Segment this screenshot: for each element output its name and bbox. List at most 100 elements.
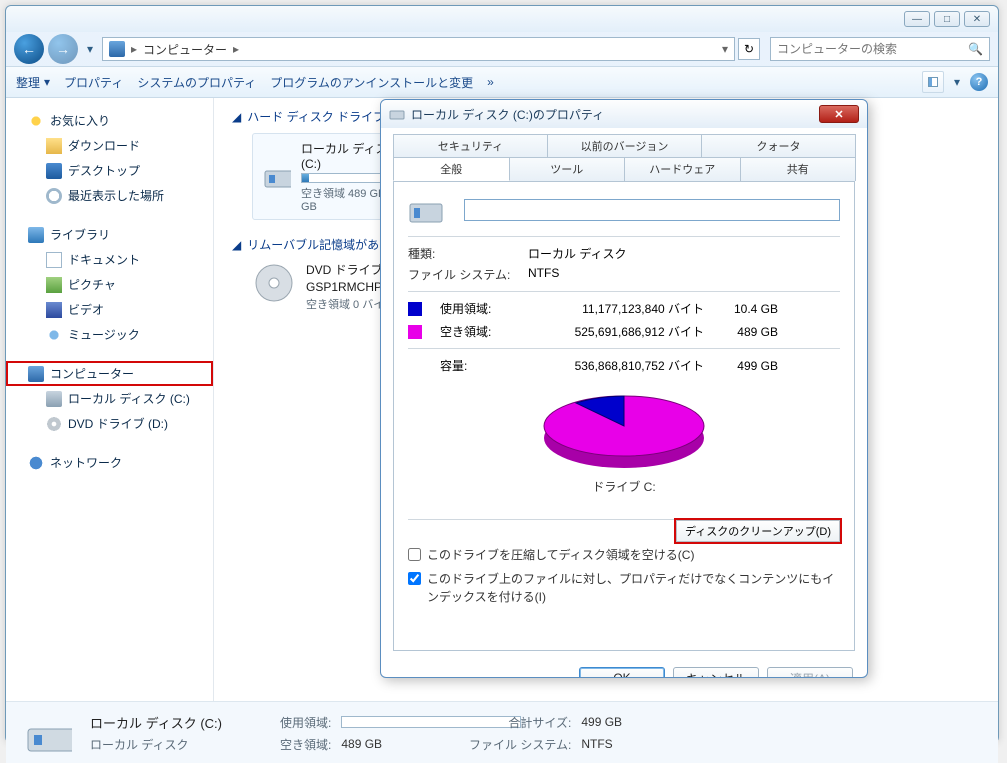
window-titlebar: — □ ✕	[6, 6, 998, 32]
tree-documents[interactable]: ドキュメント	[6, 247, 213, 272]
breadcrumb-sep: ▸	[233, 42, 239, 56]
hdd-icon	[263, 157, 291, 197]
dialog-close-button[interactable]: ✕	[819, 105, 859, 123]
capacity-gb: 499 GB	[718, 359, 778, 373]
chevron-down-icon: ◢	[232, 238, 241, 252]
tree-dvd[interactable]: DVD ドライブ (D:)	[6, 411, 213, 436]
tab-sharing[interactable]: 共有	[740, 157, 857, 181]
disk-cleanup-button[interactable]: ディスクのクリーンアップ(D)	[676, 520, 840, 542]
tree-computer[interactable]: コンピューター	[6, 361, 213, 386]
tab-previous-versions[interactable]: 以前のバージョン	[547, 134, 702, 157]
command-bar: 整理 ▾ プロパティ システムのプロパティ プログラムのアンインストールと変更 …	[6, 66, 998, 98]
tab-hardware[interactable]: ハードウェア	[624, 157, 741, 181]
status-title: ローカル ディスク (C:)	[90, 713, 270, 732]
uninstall-item[interactable]: プログラムのアンインストールと変更	[270, 74, 473, 91]
status-subtitle: ローカル ディスク	[90, 736, 270, 753]
recent-icon	[46, 188, 62, 204]
status-fs-label: ファイル システム:	[441, 736, 571, 753]
usage-grid: 使用領域: 11,177,123,840 バイト 10.4 GB 空き領域: 5…	[408, 300, 840, 340]
usage-pie-chart	[408, 388, 840, 472]
organize-menu[interactable]: 整理 ▾	[16, 74, 50, 91]
toolbar-right: ▾ ?	[922, 71, 988, 93]
tree-label: ドキュメント	[68, 251, 140, 268]
properties-item[interactable]: プロパティ	[64, 74, 123, 91]
computer-icon	[109, 41, 125, 57]
ok-button[interactable]: OK	[579, 667, 665, 678]
maximize-button[interactable]: □	[934, 11, 960, 27]
nav-bar: ← → ▾ ▸ コンピューター ▸ ▾ ↻ 🔍	[6, 32, 998, 66]
library-icon	[28, 227, 44, 243]
star-icon	[28, 113, 44, 129]
tree-music[interactable]: ミュージック	[6, 322, 213, 347]
tree-downloads[interactable]: ダウンロード	[6, 133, 213, 158]
compress-checkbox-label[interactable]: このドライブを圧縮してディスク領域を空ける(C)	[408, 546, 840, 564]
tree-libraries[interactable]: ライブラリ	[6, 222, 213, 247]
index-checkbox-label[interactable]: このドライブ上のファイルに対し、プロパティだけでなくコンテンツにもインデックスを…	[408, 570, 840, 606]
view-icon	[928, 77, 938, 87]
compress-checkbox[interactable]	[408, 548, 421, 561]
view-button[interactable]	[922, 71, 944, 93]
breadcrumb-sep: ▸	[131, 42, 137, 56]
index-checkbox[interactable]	[408, 572, 421, 585]
dialog-buttons: OK キャンセル 適用(A)	[381, 661, 867, 678]
back-button[interactable]: ←	[14, 34, 44, 64]
tree-pictures[interactable]: ピクチャ	[6, 272, 213, 297]
music-icon	[46, 327, 62, 343]
status-free-label: 空き領域:	[280, 736, 331, 753]
hdd-icon	[46, 391, 62, 407]
tab-quota[interactable]: クォータ	[701, 134, 856, 157]
minimize-button[interactable]: —	[904, 11, 930, 27]
cancel-button[interactable]: キャンセル	[673, 667, 759, 678]
used-gb: 10.4 GB	[718, 302, 778, 316]
used-bytes: 11,177,123,840 バイト	[544, 300, 704, 317]
close-button[interactable]: ✕	[964, 11, 990, 27]
address-bar[interactable]: ▸ コンピューター ▸ ▾	[102, 37, 735, 61]
computer-icon	[28, 366, 44, 382]
dvd-icon	[252, 261, 296, 305]
tree-label: ダウンロード	[68, 137, 140, 154]
fs-value: NTFS	[528, 266, 559, 283]
hdd-icon	[389, 106, 405, 122]
tree-label: ライブラリ	[50, 226, 110, 243]
help-button[interactable]: ?	[970, 73, 988, 91]
more-items[interactable]: »	[487, 75, 494, 89]
free-legend-box	[408, 325, 422, 339]
breadcrumb-item[interactable]: コンピューター	[143, 41, 227, 58]
tree-label: ミュージック	[68, 326, 140, 343]
refresh-button[interactable]: ↻	[738, 38, 760, 60]
tree-label: ピクチャ	[68, 276, 116, 293]
free-gb: 489 GB	[718, 325, 778, 339]
tree-label: コンピューター	[50, 365, 134, 382]
search-box[interactable]: 🔍	[770, 37, 990, 61]
system-properties-item[interactable]: システムのプロパティ	[137, 74, 256, 91]
drive-c-label: ドライブ C:	[408, 478, 840, 495]
tree-favorites[interactable]: お気に入り	[6, 108, 213, 133]
apply-button[interactable]: 適用(A)	[767, 667, 853, 678]
tree-videos[interactable]: ビデオ	[6, 297, 213, 322]
tree-local-c[interactable]: ローカル ディスク (C:)	[6, 386, 213, 411]
type-label: 種類:	[408, 245, 518, 262]
free-bytes: 525,691,686,912 バイト	[544, 323, 704, 340]
search-input[interactable]	[777, 42, 968, 56]
address-dropdown[interactable]: ▾	[722, 42, 728, 56]
history-dropdown[interactable]: ▾	[82, 41, 98, 57]
tree-network[interactable]: ネットワーク	[6, 450, 213, 475]
nav-pane: お気に入り ダウンロード デスクトップ 最近表示した場所 ライブラリ ドキュメン…	[6, 98, 214, 701]
used-legend-box	[408, 302, 422, 316]
tree-recent[interactable]: 最近表示した場所	[6, 183, 213, 208]
details-pane: ローカル ディスク (C:) 使用領域: 合計サイズ: 499 GB ローカル …	[6, 701, 998, 763]
view-dropdown[interactable]: ▾	[954, 75, 960, 89]
network-icon	[28, 455, 44, 471]
capacity-bytes: 536,868,810,752 バイト	[544, 357, 704, 374]
tab-security[interactable]: セキュリティ	[393, 134, 548, 157]
used-label: 使用領域:	[440, 300, 530, 317]
tab-tools[interactable]: ツール	[509, 157, 626, 181]
tree-desktop[interactable]: デスクトップ	[6, 158, 213, 183]
tree-label: 最近表示した場所	[68, 187, 164, 204]
download-icon	[46, 138, 62, 154]
tree-label: ビデオ	[68, 301, 104, 318]
forward-button[interactable]: →	[48, 34, 78, 64]
volume-name-input[interactable]	[464, 199, 840, 221]
tab-general[interactable]: 全般	[393, 157, 510, 181]
status-total-label: 合計サイズ:	[441, 714, 571, 731]
